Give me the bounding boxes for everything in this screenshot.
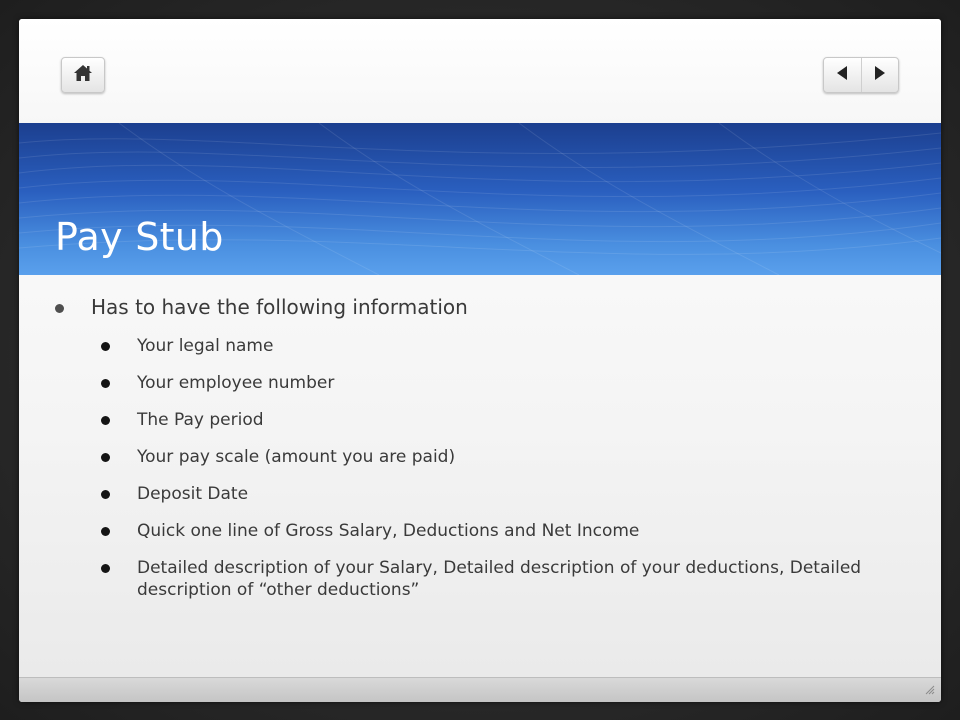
sub-bullet-item: Detailed description of your Salary, Det… — [55, 557, 915, 601]
sub-bullet-item: Your pay scale (amount you are paid) — [55, 446, 915, 468]
home-button[interactable] — [61, 57, 105, 93]
sub-bullet-item: Your employee number — [55, 372, 915, 394]
next-slide-button[interactable] — [860, 58, 899, 92]
slide: Pay Stub Has to have the following infor… — [19, 19, 941, 702]
prev-arrow-icon — [835, 65, 849, 85]
slide-frame: Pay Stub Has to have the following infor… — [0, 0, 960, 720]
title-banner: Pay Stub — [19, 123, 941, 275]
sub-bullet-item: The Pay period — [55, 409, 915, 431]
home-icon — [73, 64, 93, 86]
top-toolbar — [19, 19, 941, 123]
resize-grip-icon[interactable] — [923, 680, 935, 699]
sub-bullet-item: Quick one line of Gross Salary, Deductio… — [55, 520, 915, 542]
bottom-bar — [19, 677, 941, 702]
sub-bullet-item: Your legal name — [55, 335, 915, 357]
bullet-list: Has to have the following information You… — [55, 295, 915, 601]
slide-title: Pay Stub — [55, 215, 224, 259]
bullet-item: Has to have the following information — [55, 295, 915, 319]
next-arrow-icon — [873, 65, 887, 85]
previous-slide-button[interactable] — [824, 58, 861, 92]
slide-content: Has to have the following information You… — [55, 295, 915, 616]
slide-navigation — [823, 57, 899, 93]
sub-bullet-item: Deposit Date — [55, 483, 915, 505]
